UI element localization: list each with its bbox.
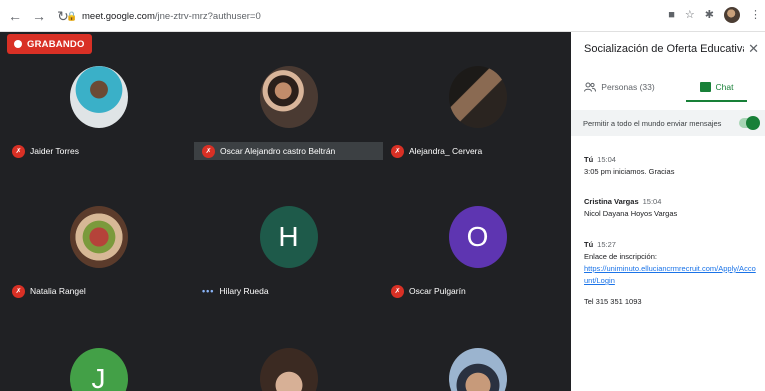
mic-off-icon: ✗ <box>391 284 404 298</box>
avatar <box>259 348 318 391</box>
participant-tile[interactable] <box>194 344 383 391</box>
participant-name-bar: ✗ Alejandra_ Cervera <box>383 142 482 160</box>
mic-off-icon: ✗ <box>12 144 25 158</box>
extensions-icon[interactable]: ✱ <box>705 7 714 23</box>
participant-name: Hilary Rueda <box>219 286 269 296</box>
chat-message: Tú 15:04 3:05 pm iniciamos. Gracias <box>584 154 759 178</box>
message-time: 15:27 <box>597 240 616 249</box>
close-icon[interactable]: ✕ <box>748 41 759 57</box>
lock-icon: 🔒 <box>66 11 78 21</box>
message-time: 15:04 <box>597 155 616 164</box>
tab-people-label: Personas (33) <box>601 82 655 92</box>
message-text: Nicol Dayana Hoyos Vargas <box>584 209 678 218</box>
message-text: Tel 315 351 1093 <box>584 297 642 306</box>
avatar: O <box>448 206 507 268</box>
side-panel: Socialización de Oferta Educativa... ✕ P… <box>571 32 765 391</box>
tab-people[interactable]: Personas (33) <box>571 74 668 100</box>
participant-name: Oscar Pulgarín <box>409 286 466 296</box>
menu-icon[interactable]: ⋮ <box>750 7 761 23</box>
chat-message: Tú 15:27 Enlace de inscripción: https://u… <box>584 239 759 287</box>
allow-messages-label: Permitir a todo el mundo enviar mensajes <box>583 118 722 128</box>
back-icon[interactable]: ← <box>6 7 24 25</box>
profile-avatar[interactable] <box>724 7 740 23</box>
forward-icon[interactable]: → <box>30 7 48 25</box>
panel-tabs: Personas (33) Chat <box>571 74 765 102</box>
chat-message: Tel 315 351 1093 <box>584 296 759 308</box>
participant-tile[interactable]: O ✗ Oscar Pulgarín <box>383 202 572 342</box>
chat-icon <box>699 82 711 92</box>
tab-chat[interactable]: Chat <box>668 74 765 102</box>
people-icon <box>584 82 597 92</box>
participant-name: Jaider Torres <box>30 146 79 156</box>
participant-name-bar: ••• Hilary Rueda <box>194 282 269 300</box>
participant-name: Oscar Alejandro castro Beltrán <box>220 146 336 156</box>
meeting-title: Socialización de Oferta Educativa... <box>584 43 744 55</box>
tab-chat-label: Chat <box>715 82 734 92</box>
allow-messages-toggle[interactable] <box>739 116 760 130</box>
participant-name: Natalia Rangel <box>30 286 86 296</box>
camera-icon[interactable]: ■ <box>668 7 675 23</box>
message-sender: Tú <box>584 155 594 164</box>
participant-tile[interactable]: H ••• Hilary Rueda <box>194 202 383 342</box>
browser-toolbar: ← → ↻ 🔒 meet.google.com/jne-ztrv-mrz?aut… <box>0 0 765 32</box>
message-link[interactable]: https://uniminuto.elluciancrmrecruit.com… <box>584 264 756 285</box>
avatar <box>69 206 128 268</box>
participant-tile[interactable]: ✗ Natalia Rangel <box>4 202 193 342</box>
meeting-grid: GRABANDO ✗ Jaider Torres ✗ Oscar Alejand… <box>0 32 572 391</box>
participant-name: Alejandra_ Cervera <box>409 146 483 156</box>
participant-tile[interactable] <box>383 344 572 391</box>
speaking-indicator-icon: ••• <box>202 286 215 296</box>
star-icon[interactable]: ☆ <box>685 7 695 23</box>
participant-name-bar: ✗ Jaider Torres <box>4 142 79 160</box>
mic-off-icon: ✗ <box>12 284 25 298</box>
participant-tile[interactable]: J <box>4 344 193 391</box>
url-path: /jne-ztrv-mrz?authuser=0 <box>154 10 261 22</box>
message-sender: Tú <box>584 240 594 249</box>
mic-off-icon: ✗ <box>391 144 404 158</box>
url-host: meet.google.com <box>82 10 155 22</box>
participant-tile[interactable]: ✗ Oscar Alejandro castro Beltrán <box>194 62 383 202</box>
participant-name-bar: ✗ Oscar Pulgarín <box>383 282 466 300</box>
avatar <box>259 66 318 128</box>
avatar <box>448 66 507 128</box>
participant-tile[interactable]: ✗ Jaider Torres <box>4 62 193 202</box>
avatar <box>69 66 128 128</box>
recording-badge: GRABANDO <box>7 34 92 54</box>
recording-label: GRABANDO <box>27 38 85 50</box>
message-text: 3:05 pm iniciamos. Gracias <box>584 167 675 176</box>
participant-name-bar: ✗ Natalia Rangel <box>4 282 86 300</box>
message-sender: Cristina Vargas <box>584 197 639 206</box>
record-dot-icon <box>14 40 22 48</box>
message-text: Enlace de inscripción: <box>584 252 657 261</box>
allow-messages-row: Permitir a todo el mundo enviar mensajes <box>571 110 765 136</box>
address-bar[interactable]: 🔒 meet.google.com/jne-ztrv-mrz?authuser=… <box>66 6 666 26</box>
avatar <box>448 348 507 391</box>
message-time: 15:04 <box>642 197 662 206</box>
avatar: H <box>259 206 318 268</box>
avatar: J <box>69 348 128 391</box>
participant-tile[interactable]: ✗ Alejandra_ Cervera <box>383 62 572 202</box>
chat-message: Cristina Vargas 15:04 Nicol Dayana Hoyos … <box>584 196 759 220</box>
mic-off-icon: ✗ <box>202 144 215 158</box>
participant-name-bar: ✗ Oscar Alejandro castro Beltrán <box>194 142 383 160</box>
